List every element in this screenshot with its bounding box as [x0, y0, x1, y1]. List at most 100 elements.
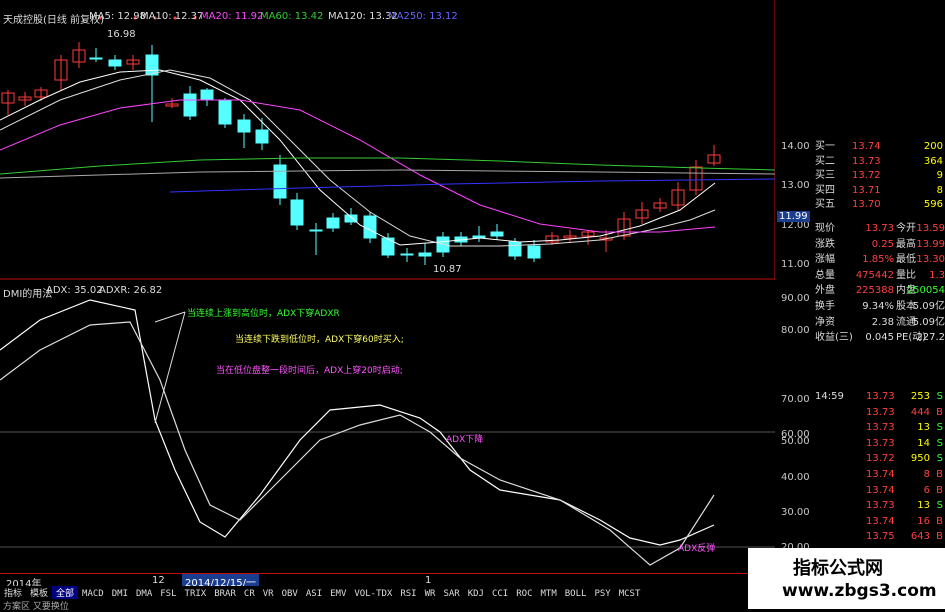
- timeline-month: 12: [152, 575, 165, 586]
- indicator-tab[interactable]: ROC: [512, 589, 536, 599]
- stat-value: 9.34%: [862, 301, 894, 312]
- tick-price: 13.73: [866, 500, 895, 512]
- trade-tick-row: 14:59 13.73 253 S: [812, 389, 945, 404]
- bid-price: 13.74: [852, 141, 881, 152]
- price-tick: 11.00: [781, 259, 810, 270]
- quote-panel: 买一 13.74 200 买二 13.73 364 买三 13.72 9 买四 13.…: [812, 139, 945, 589]
- tick-price: 13.73: [866, 437, 895, 449]
- indicator-tab[interactable]: 全部: [52, 586, 79, 599]
- bid-price: 13.73: [852, 155, 881, 167]
- indicator-tab[interactable]: TRIX: [181, 589, 211, 599]
- annotation-adx-cross: 当连续上涨到高位时，ADX下穿ADXR: [187, 309, 340, 319]
- stat-value-2: 5.09亿: [912, 301, 945, 312]
- indicator-tab[interactable]: BOLL: [561, 589, 591, 599]
- trade-tick-row: 13.74 8 B: [812, 467, 945, 482]
- tick-price: 13.74: [866, 469, 895, 480]
- stat-value: 475442: [855, 269, 894, 281]
- tick-side: B: [936, 406, 943, 418]
- tick-side: S: [936, 453, 943, 465]
- tick-volume: 13: [917, 422, 930, 434]
- bid-price: 13.72: [852, 170, 881, 181]
- current-price-marker: 11.99: [777, 211, 810, 222]
- trade-tick-row: 13.75 643 B: [812, 529, 945, 544]
- stat-label: 涨跌: [815, 238, 835, 250]
- annotation-adx-rebound: ADX反弹: [678, 544, 716, 554]
- tick-volume: 13: [917, 500, 930, 512]
- bid-price: 13.70: [852, 199, 881, 210]
- stat-row: 净资 2.38 流通 5.09亿: [812, 315, 945, 330]
- tick-side: S: [936, 422, 943, 434]
- bid-row[interactable]: 买三 13.72 9: [812, 168, 945, 183]
- stat-value-2: 1.3: [929, 269, 945, 281]
- dmi-tick: 70.00: [781, 394, 810, 405]
- indicator-tab[interactable]: MACD: [78, 589, 108, 599]
- annotation-pointer: [154, 311, 186, 323]
- indicator-tab[interactable]: OBV: [278, 589, 302, 599]
- trade-tick-row: 13.74 6 B: [812, 483, 945, 498]
- stat-row: 换手 9.34% 股本 5.09亿: [812, 299, 945, 314]
- indicator-tab[interactable]: VR: [259, 589, 278, 599]
- bid-row[interactable]: 买五 13.70 596: [812, 197, 945, 212]
- bid-row[interactable]: 买一 13.74 200: [812, 139, 945, 154]
- stat-label: 涨幅: [815, 254, 835, 266]
- indicator-tab[interactable]: EMV: [326, 589, 350, 599]
- watermark-name: 指标公式网: [793, 558, 883, 579]
- trade-tick-row: 13.73 444 B: [812, 405, 945, 420]
- indicator-tab[interactable]: SAR: [439, 589, 463, 599]
- stat-value-2: 5.09亿: [912, 316, 945, 328]
- indicator-tab[interactable]: MTM: [537, 589, 561, 599]
- indicator-tab[interactable]: 模板: [26, 586, 52, 599]
- indicator-tab[interactable]: MCST: [615, 589, 645, 599]
- indicator-tab[interactable]: KDJ: [464, 589, 488, 599]
- tick-volume: 16: [917, 515, 930, 527]
- adxr-line: [0, 321, 715, 566]
- tick-volume: 6: [923, 484, 930, 496]
- tick-side: S: [936, 437, 943, 449]
- watermark-url: www.zbgs3.com: [782, 581, 937, 601]
- indicator-tab[interactable]: DMI: [108, 589, 132, 599]
- tick-price: 13.73: [866, 422, 895, 434]
- bid-row[interactable]: 买二 13.73 364: [812, 154, 945, 169]
- indicator-tab[interactable]: CR: [240, 589, 259, 599]
- stat-row: 外盘 225388 内盘 250054: [812, 283, 945, 298]
- dmi-tick: 50.00: [781, 436, 810, 447]
- stat-label-2: 今开: [896, 223, 916, 234]
- indicator-tab[interactable]: DMA: [132, 589, 156, 599]
- timeline-next: 1: [425, 575, 432, 586]
- indicator-tab[interactable]: ASI: [302, 589, 326, 599]
- stat-row: 涨跌 0.25 最高 13.99: [812, 237, 945, 252]
- indicator-tab[interactable]: VOL-TDX: [350, 589, 396, 599]
- bid-volume: 8: [936, 184, 943, 196]
- indicator-tab[interactable]: RSI: [396, 589, 420, 599]
- indicator-tab[interactable]: FSL: [156, 589, 180, 599]
- bid-price: 13.71: [852, 184, 881, 196]
- adx-value: ADX: 35.02: [46, 285, 103, 296]
- bid-row[interactable]: 买四 13.71 8: [812, 183, 945, 198]
- stat-value-2: 250054: [906, 285, 945, 297]
- tick-volume: 8: [923, 469, 930, 480]
- indicator-tab[interactable]: BRAR: [210, 589, 240, 599]
- bid-volume: 9: [936, 170, 943, 181]
- tick-time: 14:59: [815, 391, 844, 402]
- tick-side: B: [936, 469, 943, 480]
- bid-label: 买三: [815, 170, 835, 181]
- stat-value: 0.25: [871, 238, 894, 250]
- tick-side: B: [936, 484, 943, 496]
- indicator-tab[interactable]: WR: [421, 589, 440, 599]
- stat-label: 换手: [815, 301, 835, 312]
- tick-volume: 950: [910, 453, 930, 465]
- stat-value: 225388: [855, 285, 894, 297]
- stat-row: 现价 13.73 今开 13.59: [812, 221, 945, 236]
- stat-label-2: 最低: [896, 254, 916, 266]
- trade-tick-row: 13.73 13 S: [812, 498, 945, 513]
- bid-label: 买二: [815, 155, 835, 167]
- stat-value-2: 13.30: [916, 254, 945, 266]
- dmi-chart[interactable]: [0, 0, 775, 609]
- indicator-tab[interactable]: 指标: [0, 586, 26, 599]
- indicator-tab[interactable]: CCI: [488, 589, 512, 599]
- trade-tick-row: 13.72 950 S: [812, 451, 945, 466]
- indicator-tab[interactable]: PSY: [590, 589, 614, 599]
- dmi-tick: 90.00: [781, 293, 810, 304]
- price-tick: 13.00: [781, 180, 810, 191]
- stat-value-2: 227.2: [916, 332, 945, 344]
